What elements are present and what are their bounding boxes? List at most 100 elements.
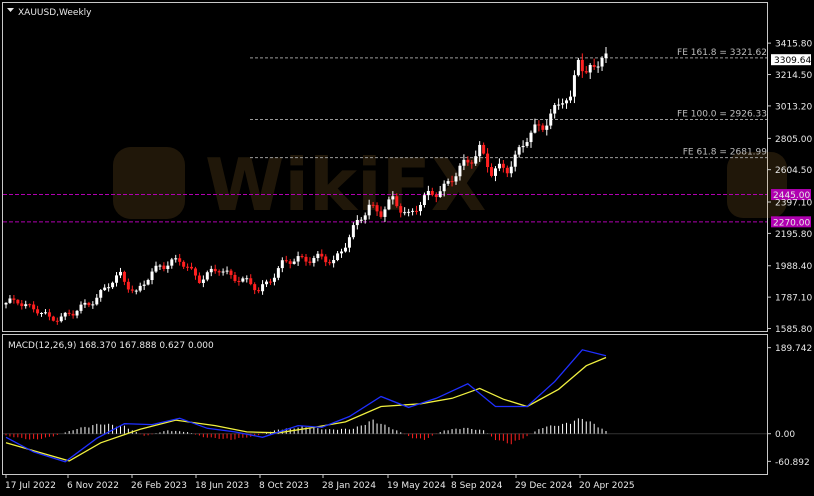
- candle-body: [253, 284, 257, 291]
- candle-body: [316, 253, 320, 259]
- candle-body: [474, 156, 478, 164]
- candle-body: [367, 204, 371, 216]
- candle-body: [32, 304, 36, 310]
- candle-body: [462, 159, 466, 166]
- candle-body: [67, 312, 71, 314]
- time-axis-label: 18 Jun 2023: [195, 481, 249, 491]
- candle-body: [154, 265, 158, 272]
- candle-body: [513, 154, 517, 167]
- candle-body: [355, 219, 359, 226]
- candle-body: [75, 310, 79, 316]
- candle-body: [521, 145, 525, 148]
- candle-body: [71, 313, 75, 316]
- candle-body: [12, 298, 16, 300]
- candle-body: [336, 253, 340, 261]
- candle-body: [43, 312, 47, 314]
- candle-body: [245, 278, 249, 280]
- candle-body: [391, 196, 395, 200]
- candle-body: [411, 210, 415, 212]
- symbol-menu-triangle-icon[interactable]: [7, 8, 14, 12]
- candle-body: [604, 53, 608, 59]
- price-axis-label: 1988.40: [775, 262, 812, 272]
- candle-body: [418, 205, 422, 212]
- candle-body: [118, 271, 122, 276]
- candle-body: [553, 105, 557, 114]
- candle-body: [576, 59, 580, 76]
- candle-body: [446, 181, 450, 184]
- candle-body: [490, 167, 494, 176]
- candle-body: [126, 281, 130, 290]
- candle-body: [205, 272, 209, 280]
- candle-body: [509, 166, 513, 174]
- chart-symbol-title: XAUUSD,Weekly: [18, 8, 92, 18]
- candle-body: [95, 297, 99, 305]
- candle-body: [501, 163, 505, 168]
- candle-body: [36, 309, 40, 314]
- candle-body: [237, 280, 241, 282]
- candle-body: [600, 58, 604, 67]
- candle-body: [347, 237, 351, 248]
- candle-body: [284, 260, 288, 262]
- candle-body: [343, 247, 347, 252]
- fe-label-0: FE 161.8 = 3321.62: [677, 48, 767, 58]
- candle-body: [28, 304, 32, 306]
- candle-body: [193, 268, 197, 276]
- candle-body: [426, 190, 430, 196]
- candle-body: [91, 304, 95, 306]
- candle-body: [142, 284, 146, 286]
- price-axis-label: 2397.10: [775, 199, 812, 209]
- candle-body: [197, 275, 201, 283]
- candle-body: [537, 124, 541, 126]
- candle-body: [257, 290, 261, 292]
- candle-body: [213, 268, 217, 272]
- candle-body: [229, 270, 233, 275]
- candle-body: [174, 258, 178, 260]
- chart-canvas[interactable]: WikiFX FE 161.8 = 3321.62FE 100.0 = 2926…: [0, 0, 814, 496]
- candle-body: [16, 299, 20, 304]
- candle-body: [379, 211, 383, 217]
- time-axis-label: 28 Jan 2024: [322, 481, 376, 491]
- candle-body: [51, 316, 55, 321]
- candle-body: [332, 260, 336, 264]
- candle-body: [340, 251, 344, 254]
- candle-body: [292, 261, 296, 264]
- candle-body: [545, 125, 549, 130]
- candle-body: [241, 278, 245, 282]
- candle-body: [407, 211, 411, 213]
- support-level-value-1: 2270.00: [773, 218, 810, 228]
- candle-body: [533, 124, 537, 133]
- time-axis-label: 20 Apr 2025: [579, 481, 635, 491]
- candle-body: [115, 275, 119, 283]
- candle-body: [233, 274, 237, 281]
- candle-body: [265, 281, 269, 285]
- candle-body: [580, 59, 584, 72]
- macd-axis-label: 189.742: [775, 344, 812, 354]
- time-axis-label: 29 Dec 2024: [515, 481, 573, 491]
- candle-body: [320, 253, 324, 257]
- price-axis-label: 1787.10: [775, 294, 812, 304]
- time-axis-label: 19 May 2024: [387, 481, 446, 491]
- candle-body: [561, 103, 565, 105]
- candle-body: [549, 113, 553, 126]
- candle-body: [517, 147, 521, 155]
- candle-body: [328, 262, 332, 264]
- candle-body: [186, 266, 190, 268]
- candle-body: [395, 196, 399, 207]
- candle-body: [442, 183, 446, 192]
- candle-body: [63, 312, 67, 317]
- time-axis-label: 17 Jul 2022: [5, 481, 56, 491]
- candle-body: [557, 104, 561, 106]
- candle-body: [434, 194, 438, 197]
- time-axis-label: 26 Feb 2023: [131, 481, 187, 491]
- time-axis-label: 8 Sep 2024: [451, 481, 503, 491]
- candle-body: [296, 256, 300, 262]
- candle-body: [438, 191, 442, 197]
- fe-label-1: FE 100.0 = 2926.33: [677, 109, 767, 119]
- candle-body: [403, 212, 407, 214]
- candle-body: [24, 304, 28, 307]
- candle-body: [482, 144, 486, 154]
- candle-body: [584, 71, 588, 73]
- candle-body: [486, 153, 490, 168]
- price-axis-label: 2195.80: [775, 230, 812, 240]
- price-axis-label: 2805.00: [775, 135, 812, 145]
